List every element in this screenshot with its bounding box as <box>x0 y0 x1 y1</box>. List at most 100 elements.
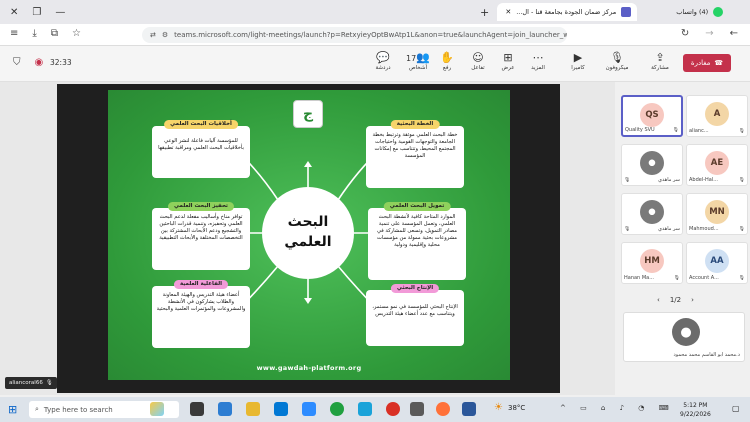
participant-tile[interactable]: AA Account A... 🎙 <box>686 242 748 284</box>
tabs: + ✕ مركز ضمان الجودة بجامعة قنا - ال... … <box>480 3 727 21</box>
app-icon[interactable] <box>330 402 344 416</box>
camera-button[interactable]: ▶ كاميرا <box>563 51 593 71</box>
chrome-icon[interactable] <box>386 402 400 416</box>
chevron-left-icon[interactable]: ‹ <box>657 296 660 304</box>
reload-icon[interactable]: ↻ <box>681 28 689 39</box>
slide-website: www.gawdah-platform.org <box>256 364 362 372</box>
new-tab-button[interactable]: + <box>480 6 489 19</box>
edge-icon[interactable] <box>218 402 232 416</box>
participants-panel: QS Quality SVU 🎙 A alianc... 🎙 ● سر ماهدي 🎙… <box>615 82 750 395</box>
close-tab-icon[interactable]: ✕ <box>505 8 511 16</box>
store-icon[interactable] <box>274 402 288 416</box>
site-info-icon[interactable]: ⚙ <box>162 31 168 39</box>
presentation-slide: ج البحث العلمي أخلاقيات البحث العلمي للم… <box>108 90 510 380</box>
screen: ✕ ❐ — + ✕ مركز ضمان الجودة بجامعة قنا - … <box>0 0 750 422</box>
mic-off-icon: 🎙 <box>672 127 679 133</box>
minimize-window-icon[interactable]: — <box>55 7 65 18</box>
url-text: teams.microsoft.com/light-meetings/launc… <box>174 31 567 39</box>
mic-off-icon: 🎙 <box>738 226 745 232</box>
card-motivation: تحفيز البحث العلمي توافر مناخ وأساليب مف… <box>152 202 250 270</box>
file-explorer-icon[interactable] <box>246 402 260 416</box>
nav-buttons: ↻ → ← <box>681 28 738 39</box>
chevron-right-icon[interactable]: › <box>691 296 694 304</box>
raise-hand-icon: ✋ <box>440 51 454 64</box>
firefox-icon[interactable] <box>436 402 450 416</box>
mic-off-icon: 🎙 <box>624 177 631 183</box>
mic-off-icon: 🎙 <box>624 226 631 232</box>
shield-icon: ⛉ <box>13 57 21 68</box>
teams-favicon-icon <box>621 7 632 17</box>
person-icon: ● <box>640 151 664 175</box>
tab-whatsapp[interactable]: (4) واتساب <box>645 3 727 21</box>
telegram-icon[interactable] <box>358 402 372 416</box>
avatar: QS <box>640 103 664 127</box>
task-view-icon[interactable] <box>190 402 204 416</box>
forward-icon[interactable]: → <box>705 28 713 39</box>
restore-window-icon[interactable]: ❐ <box>32 7 41 18</box>
camera-icon: ▶ <box>573 51 583 64</box>
more-button[interactable]: ⋯ المزيد <box>523 51 553 71</box>
menu-icon[interactable]: ≡ <box>10 28 18 39</box>
participant-tile[interactable]: A alianc... 🎙 <box>686 95 748 137</box>
address-bar-row: ≡ ⤓ ⧉ ☆ ⇄ ⚙ teams.microsoft.com/light-me… <box>0 24 750 46</box>
chat-button[interactable]: 💬 دردشة <box>368 51 398 71</box>
notification-icon[interactable]: ▢ <box>732 404 740 413</box>
back-icon[interactable]: ← <box>730 28 738 39</box>
mic-off-icon: 🎙 <box>738 128 745 134</box>
app-icon-2[interactable] <box>410 402 424 416</box>
word-icon[interactable] <box>462 402 476 416</box>
participant-tile[interactable]: MN Mahmoud... 🎙 <box>686 193 748 235</box>
tab-title: مركز ضمان الجودة بجامعة قنا - ال... <box>516 8 617 16</box>
card-funding: تمويل البحث العلمي الموارد المتاحة كافية… <box>368 202 466 280</box>
participants-pager: ‹ 1/2 › <box>657 296 694 304</box>
participant-tile[interactable]: ● سر ماهدي 🎙 <box>621 144 683 186</box>
card-research-plan: الخطة البحثية خطة البحث العلمي موثقة وتر… <box>366 120 464 188</box>
extensions-icon[interactable]: ⧉ <box>51 28 58 39</box>
close-window-icon[interactable]: ✕ <box>10 7 18 18</box>
tray-icons[interactable]: ^ ▭ ⌂ ♪ ◔ ⌨ <box>560 404 675 412</box>
tab-teams-active[interactable]: ✕ مركز ضمان الجودة بجامعة قنا - ال... <box>497 3 638 21</box>
download-icon[interactable]: ⤓ <box>32 28 36 39</box>
search-highlight-icon <box>150 402 164 416</box>
participant-tile[interactable]: QS Quality SVU 🎙 <box>621 95 683 137</box>
featured-participant-tile[interactable]: ● د.محمد ابو القاسم محمد محمود <box>623 312 745 362</box>
share-button[interactable]: ⇪ مشاركة <box>645 51 675 71</box>
mic-button[interactable]: 🎙 ميكروفون <box>602 51 632 71</box>
people-button[interactable]: 17👥 أشخاص <box>403 51 433 71</box>
participant-tile[interactable]: ● سر ماهدي 🎙 <box>621 193 683 235</box>
url-input[interactable]: ⇄ ⚙ teams.microsoft.com/light-meetings/l… <box>142 27 567 43</box>
tab-title: (4) واتساب <box>676 8 709 16</box>
card-ethics: أخلاقيات البحث العلمي للمؤسسة آليات فاعل… <box>152 120 250 178</box>
meeting-stage: ج البحث العلمي أخلاقيات البحث العلمي للم… <box>0 82 615 395</box>
participant-tile[interactable]: HM Hanan Ma... 🎙 <box>621 242 683 284</box>
weather-icon: ☀ <box>494 402 503 413</box>
card-research-output: الإنتاج البحثي الإنتاج البحثي للمؤسسة في… <box>366 284 464 346</box>
translate-icon[interactable]: ⇄ <box>150 31 156 39</box>
react-button[interactable]: ☺ تفاعل <box>463 51 493 71</box>
phone-hangup-icon: ☎ <box>714 59 724 67</box>
browser-left-icons: ≡ ⤓ ⧉ ☆ <box>10 28 81 39</box>
more-icon: ⋯ <box>532 51 544 64</box>
windows-start-icon[interactable]: ⊞ <box>8 403 17 416</box>
mic-off-icon: 🎙 <box>738 275 745 281</box>
favorite-star-icon[interactable]: ☆ <box>72 28 81 39</box>
card-scientific-activity: الفاعلية العلمية أعضاء هيئة التدريس واله… <box>152 280 250 348</box>
mic-off-icon: 🎙 <box>738 177 745 183</box>
react-icon: ☺ <box>472 51 484 64</box>
zoom-icon[interactable] <box>302 402 316 416</box>
windows-taskbar: ⊞ ⌕ Type here to search ☀ 38°C ^ ▭ ⌂ ♪ ◔… <box>0 397 750 422</box>
participant-tile[interactable]: AE Abdel-Hal... 🎙 <box>686 144 748 186</box>
view-button[interactable]: ⊞ عرض <box>493 51 523 71</box>
raise-hand-button[interactable]: ✋ رفع <box>432 51 462 71</box>
meeting-timer: 32:33 <box>50 58 72 67</box>
toolbar-left-icons: ⛉ ◉ <box>13 57 43 68</box>
person-icon: ● <box>672 318 700 346</box>
avatar: AE <box>705 151 729 175</box>
avatar: MN <box>705 200 729 224</box>
leave-button[interactable]: مغادرة ☎ <box>683 54 731 72</box>
avatar: AA <box>705 249 729 273</box>
taskbar-clock[interactable]: 5:12 PM 9/22/2026 <box>680 401 711 419</box>
window-controls: ✕ ❐ — <box>0 7 65 18</box>
share-icon: ⇪ <box>655 51 665 64</box>
recording-icon: ◉ <box>34 57 44 68</box>
